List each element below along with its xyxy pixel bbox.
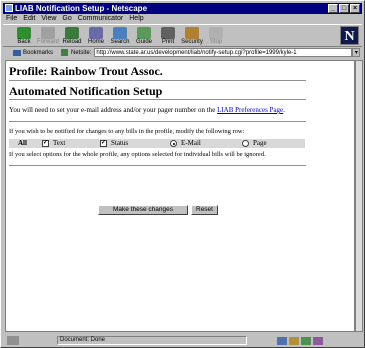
menu-bar: File Edit View Go Communicator Help <box>3 14 362 24</box>
all-label: All <box>18 139 27 147</box>
window-title: LIAB Notification Setup - Netscape <box>15 4 148 13</box>
search-label: Search <box>110 39 130 45</box>
menu-go[interactable]: Go <box>62 14 71 24</box>
reload-label: Reload <box>62 39 82 45</box>
back-arrow-icon <box>17 27 31 39</box>
pager-label: Page <box>253 139 267 147</box>
netsite-label: Netsite: <box>71 49 92 56</box>
security-lock-icon <box>185 27 199 39</box>
print-button[interactable]: Print <box>157 25 179 47</box>
maximize-button[interactable]: □ <box>339 4 349 13</box>
minimize-button[interactable]: _ <box>328 4 338 13</box>
component-bar <box>277 336 323 345</box>
ignore-note: If you select options for the whole prof… <box>9 151 266 158</box>
netscape-logo[interactable]: N <box>340 26 359 45</box>
reload-icon <box>65 27 79 39</box>
profile-heading: Profile: Rainbow Trout Assoc. <box>9 64 163 78</box>
page-content: Profile: Rainbow Trout Assoc. Automated … <box>5 60 355 332</box>
status-text: Document: Done <box>57 336 247 345</box>
print-icon <box>161 27 175 39</box>
forward-button[interactable]: Forward <box>37 25 59 47</box>
search-icon <box>113 27 127 39</box>
menu-view[interactable]: View <box>41 14 56 24</box>
bookmarks-button[interactable]: Bookmarks <box>13 49 54 56</box>
status-label: Status <box>111 139 129 147</box>
home-button[interactable]: Home <box>85 25 107 47</box>
intro-end: . <box>283 106 285 114</box>
reset-button[interactable]: Reset <box>191 205 218 215</box>
email-radio[interactable] <box>170 140 177 147</box>
print-label: Print <box>161 39 175 45</box>
url-dropdown-icon[interactable]: ▾ <box>352 48 361 57</box>
home-icon <box>89 27 103 39</box>
text-option[interactable]: ✓ Text <box>38 139 96 148</box>
back-label: Back <box>17 39 31 45</box>
guide-label: Guide <box>135 39 152 45</box>
bookmarks-label: Bookmarks <box>23 49 54 56</box>
preferences-link[interactable]: LIAB Preferences Page <box>217 106 283 114</box>
profile-options-row: All ✓ Text ✓ Status E-Mail Page <box>9 139 305 148</box>
menu-help[interactable]: Help <box>129 14 143 24</box>
navigator-icon[interactable] <box>277 336 287 345</box>
security-status-icon[interactable] <box>7 336 19 345</box>
url-field[interactable]: http://www.state.ar.us/development/liab/… <box>94 48 353 57</box>
search-button[interactable]: Search <box>109 25 131 47</box>
modify-instructions: If you wish to be notified for changes t… <box>9 128 245 135</box>
forward-label: Forward <box>37 39 60 45</box>
menu-communicator[interactable]: Communicator <box>78 14 124 24</box>
text-label: Text <box>53 139 66 147</box>
setup-heading: Automated Notification Setup <box>9 84 163 98</box>
close-button[interactable]: × <box>350 4 360 13</box>
intro-text: You will need to set your e-mail address… <box>9 106 218 114</box>
guide-button[interactable]: Guide <box>133 25 155 47</box>
guide-icon <box>137 27 151 39</box>
pager-option[interactable]: Page <box>238 139 298 148</box>
status-bar: Document: Done <box>3 335 362 346</box>
reload-button[interactable]: Reload <box>61 25 83 47</box>
email-label: E-Mail <box>181 139 201 147</box>
status-checkbox[interactable]: ✓ <box>100 140 107 147</box>
stop-label: Stop <box>209 39 223 45</box>
netscape-app-icon <box>5 4 13 12</box>
navigation-toolbar: Back Forward Reload Home Search Guide Pr… <box>3 24 362 47</box>
status-option[interactable]: ✓ Status <box>96 139 166 148</box>
mail-icon[interactable] <box>289 336 299 345</box>
back-button[interactable]: Back <box>13 25 35 47</box>
security-label: Security <box>181 39 203 45</box>
divider <box>9 99 306 100</box>
forward-arrow-icon <box>41 27 55 39</box>
text-checkbox[interactable]: ✓ <box>42 140 49 147</box>
pager-radio[interactable] <box>242 140 249 147</box>
page-proxy-icon[interactable] <box>61 49 69 56</box>
location-bar: Bookmarks Netsite: http://www.state.ar.u… <box>3 47 362 58</box>
security-button[interactable]: Security <box>181 25 203 47</box>
divider <box>9 165 306 166</box>
home-label: Home <box>87 39 104 45</box>
stop-button[interactable]: Stop <box>205 25 227 47</box>
browser-window: LIAB Notification Setup - Netscape _ □ ×… <box>0 0 365 348</box>
divider <box>9 121 306 122</box>
discussions-icon[interactable] <box>301 336 311 345</box>
intro-paragraph: You will need to set your e-mail address… <box>9 106 285 114</box>
bookmark-icon <box>13 49 21 56</box>
make-changes-button[interactable]: Make these changes <box>98 205 188 215</box>
divider <box>9 80 306 81</box>
email-option[interactable]: E-Mail <box>166 139 238 148</box>
stop-icon <box>209 27 223 39</box>
vertical-scrollbar[interactable] <box>355 60 363 332</box>
title-bar: LIAB Notification Setup - Netscape _ □ × <box>3 3 362 14</box>
menu-file[interactable]: File <box>6 14 17 24</box>
composer-icon[interactable] <box>313 336 323 345</box>
menu-edit[interactable]: Edit <box>23 14 35 24</box>
